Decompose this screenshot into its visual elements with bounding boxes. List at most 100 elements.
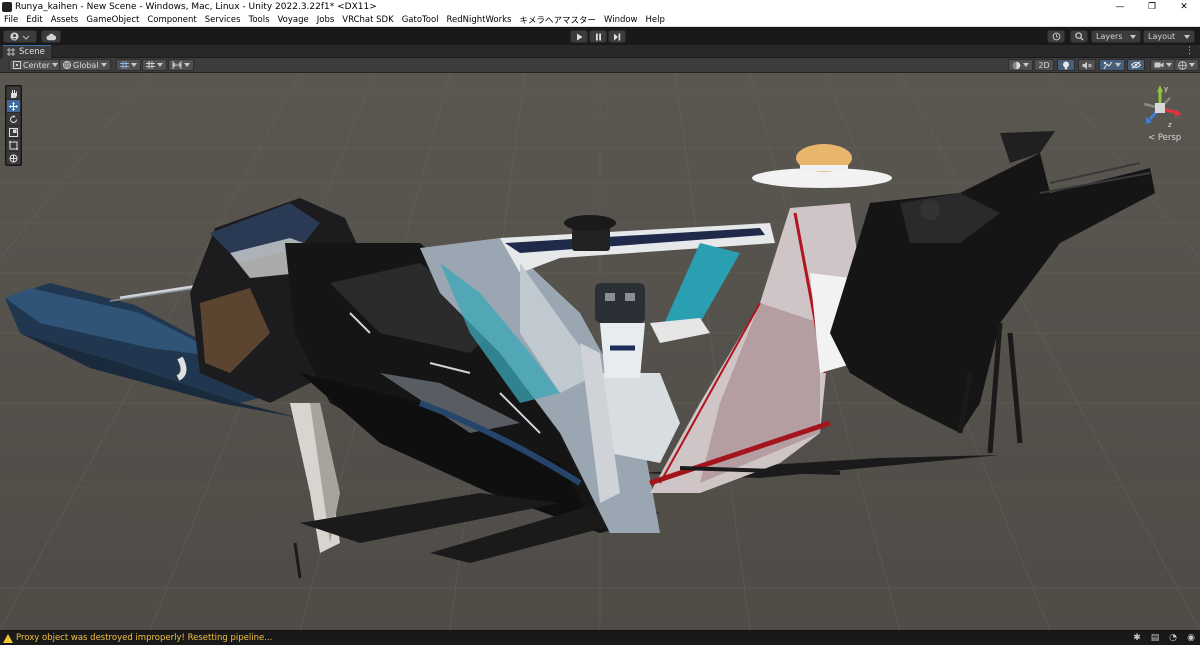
scene-tools-overlay xyxy=(5,85,22,166)
eye-hidden-icon xyxy=(1131,61,1141,69)
grid-snapping-dropdown[interactable] xyxy=(142,59,167,71)
2d-mode-toggle[interactable]: 2D xyxy=(1034,59,1054,71)
search-button[interactable] xyxy=(1070,30,1088,43)
scene-grid-icon xyxy=(7,48,15,56)
window-title: Runya_kaihen - New Scene - Windows, Mac,… xyxy=(15,1,377,12)
rect-transform-icon xyxy=(9,140,18,150)
menu-chimera-hair-master[interactable]: キメラヘアマスター xyxy=(515,14,600,26)
layers-label: Layers xyxy=(1096,32,1123,41)
scene-viewport[interactable]: y z < Persp xyxy=(0,73,1200,630)
graphics-settings-icon[interactable]: ▤ xyxy=(1150,633,1160,643)
grid-snap-icon xyxy=(146,61,155,69)
pause-icon xyxy=(595,33,601,40)
grid-icon xyxy=(120,61,129,69)
dropdown-arrow-icon xyxy=(100,63,107,67)
scene-visibility-toggle[interactable] xyxy=(1127,59,1145,71)
menu-rednightworks[interactable]: RedNightWorks xyxy=(443,15,516,25)
menu-voyage[interactable]: Voyage xyxy=(274,15,313,25)
progress-spinner-icon[interactable]: ◔ xyxy=(1168,633,1178,643)
gizmos-dropdown[interactable] xyxy=(1174,59,1199,71)
menu-edit[interactable]: Edit xyxy=(22,15,46,25)
rect-tool-button[interactable] xyxy=(7,139,20,151)
dropdown-arrow-icon xyxy=(1130,34,1136,39)
dropdown-arrow-icon xyxy=(131,63,137,67)
scene-lighting-toggle[interactable] xyxy=(1057,59,1075,71)
increment-snap-dropdown[interactable] xyxy=(168,59,194,71)
scene-view-toolbar: Center Global 2D xyxy=(0,58,1200,73)
dropdown-arrow-icon xyxy=(51,63,58,67)
gizmos-globe-icon xyxy=(1178,60,1187,70)
menu-assets[interactable]: Assets xyxy=(47,15,83,25)
gizmo-z-label: z xyxy=(1168,121,1172,129)
menu-gameobject[interactable]: GameObject xyxy=(82,15,143,25)
layout-dropdown[interactable]: Layout xyxy=(1143,30,1195,43)
audio-toggle[interactable] xyxy=(1078,59,1096,71)
menu-tools[interactable]: Tools xyxy=(245,15,274,25)
scale-icon xyxy=(9,127,18,137)
speaker-muted-icon xyxy=(1082,61,1092,69)
scale-tool-button[interactable] xyxy=(7,126,20,138)
step-icon xyxy=(614,33,621,40)
cloud-button[interactable] xyxy=(41,30,61,43)
dropdown-arrow-icon xyxy=(1115,63,1121,67)
rotate-icon xyxy=(10,114,17,123)
menu-window[interactable]: Window xyxy=(600,15,642,25)
dropdown-arrow-icon xyxy=(1184,34,1190,39)
minimize-button[interactable]: — xyxy=(1104,0,1136,13)
status-bar-icons: ✱ ▤ ◔ ◉ xyxy=(1132,633,1196,643)
2d-mode-label: 2D xyxy=(1038,60,1050,70)
menu-jobs[interactable]: Jobs xyxy=(313,15,339,25)
grid-visibility-dropdown[interactable] xyxy=(116,59,141,71)
draw-mode-dropdown[interactable] xyxy=(1008,59,1033,71)
undo-history-button[interactable] xyxy=(1047,30,1065,43)
close-button[interactable]: ✕ xyxy=(1168,0,1200,13)
scene-tab-strip: Scene ⋮ xyxy=(0,45,1200,58)
unity-logo-icon xyxy=(2,1,12,12)
light-bulb-icon xyxy=(1063,61,1069,69)
dropdown-arrow-icon xyxy=(1166,63,1172,67)
account-button[interactable] xyxy=(3,30,37,43)
camera-settings-dropdown[interactable] xyxy=(1150,59,1176,71)
orientation-gizmo[interactable]: y z xyxy=(1130,83,1190,133)
dropdown-arrow-icon xyxy=(1023,63,1029,67)
menu-component[interactable]: Component xyxy=(143,15,200,25)
maximize-button[interactable]: ❐ xyxy=(1136,0,1168,13)
transform-tool-button[interactable] xyxy=(7,152,20,164)
menu-help[interactable]: Help xyxy=(642,15,669,25)
window-title-bar: Runya_kaihen - New Scene - Windows, Mac,… xyxy=(0,0,1200,13)
layers-dropdown[interactable]: Layers xyxy=(1091,30,1141,43)
step-button[interactable] xyxy=(608,30,626,43)
notification-icon[interactable]: ◉ xyxy=(1186,633,1196,643)
menu-file[interactable]: File xyxy=(0,15,22,25)
pivot-rotation-dropdown[interactable]: Global xyxy=(59,59,111,71)
gizmo-y-label: y xyxy=(1164,85,1168,93)
debug-bug-icon[interactable]: ✱ xyxy=(1132,633,1142,643)
pivot-mode-dropdown[interactable]: Center xyxy=(9,59,62,71)
projection-label[interactable]: < Persp xyxy=(1148,133,1181,143)
more-options-icon[interactable]: ⋮ xyxy=(1185,46,1194,56)
rotate-tool-button[interactable] xyxy=(7,113,20,125)
layout-label: Layout xyxy=(1148,32,1176,41)
hand-icon xyxy=(11,89,17,98)
globe-icon xyxy=(63,61,71,69)
menu-vrchat-sdk[interactable]: VRChat SDK xyxy=(338,15,397,25)
window-controls: — ❐ ✕ xyxy=(1104,0,1200,13)
dropdown-arrow-icon xyxy=(184,63,190,67)
move-tool-button[interactable] xyxy=(7,100,20,112)
pivot-mode-label: Center xyxy=(23,60,50,70)
history-icon xyxy=(1052,32,1060,41)
console-status-message[interactable]: Proxy object was destroyed improperly! R… xyxy=(16,633,272,643)
menu-gatotool[interactable]: GatoTool xyxy=(398,15,443,25)
play-button[interactable] xyxy=(570,30,588,43)
hand-tool-button[interactable] xyxy=(7,87,20,99)
menu-services[interactable]: Services xyxy=(201,15,245,25)
tab-scene[interactable]: Scene xyxy=(3,45,51,58)
tab-scene-label: Scene xyxy=(19,47,45,57)
effects-dropdown[interactable] xyxy=(1099,59,1125,71)
pivot-center-icon xyxy=(13,61,21,69)
increment-snap-icon xyxy=(172,61,182,69)
pause-button[interactable] xyxy=(589,30,607,43)
dropdown-arrow-icon xyxy=(157,63,163,67)
search-icon xyxy=(1074,32,1084,41)
effects-icon xyxy=(1103,61,1113,69)
